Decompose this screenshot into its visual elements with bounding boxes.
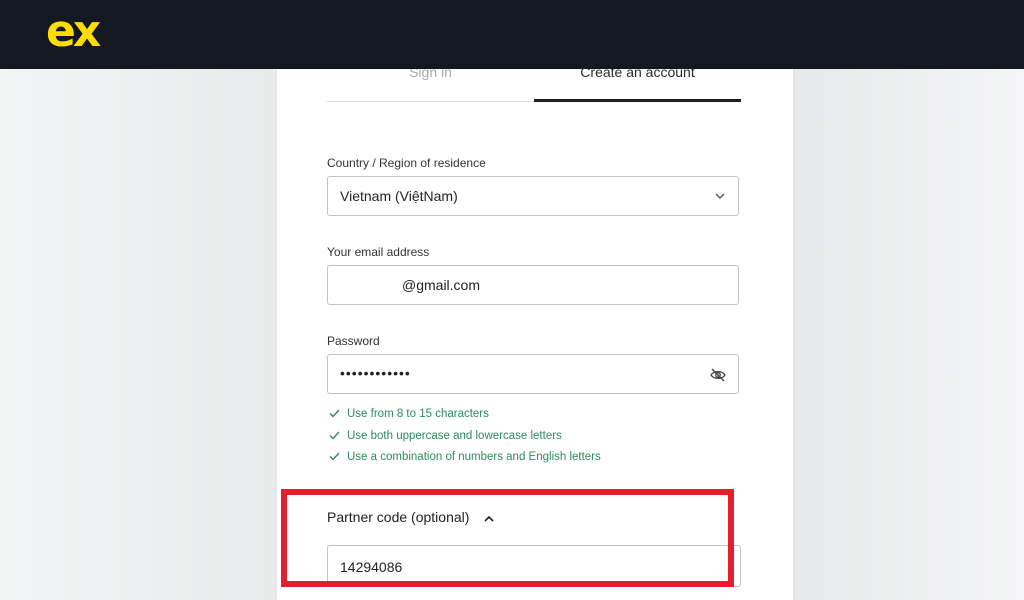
rule-combination: Use a combination of numbers and English…: [329, 447, 601, 469]
eye-off-icon[interactable]: [709, 366, 727, 384]
background-left: [0, 69, 277, 600]
tab-sign-in[interactable]: Sign in: [327, 69, 534, 103]
exness-logo[interactable]: ex: [46, 8, 101, 56]
check-icon: [329, 431, 340, 440]
email-value: @gmail.com: [402, 277, 481, 293]
rule-length: Use from 8 to 15 characters: [329, 404, 601, 426]
email-field[interactable]: @gmail.com: [327, 265, 739, 305]
password-value: ••••••••••••: [340, 365, 411, 381]
auth-tabs: Sign in Create an account: [327, 69, 741, 103]
email-label: Your email address: [327, 245, 430, 259]
background-right: [793, 69, 1024, 600]
tab-create-account[interactable]: Create an account: [534, 69, 741, 103]
password-label: Password: [327, 334, 380, 348]
country-value: Vietnam (ViệtNam): [340, 188, 458, 204]
highlight-box: [281, 489, 734, 587]
top-bar: ex: [0, 0, 1024, 69]
country-label: Country / Region of residence: [327, 156, 486, 170]
rule-case: Use both uppercase and lowercase letters: [329, 426, 601, 448]
check-icon: [329, 409, 340, 418]
country-select[interactable]: Vietnam (ViệtNam): [327, 176, 739, 216]
password-rules: Use from 8 to 15 characters Use both upp…: [329, 404, 601, 469]
check-icon: [329, 452, 340, 461]
password-field[interactable]: ••••••••••••: [327, 354, 739, 394]
chevron-down-icon: [715, 193, 725, 199]
active-tab-indicator: [534, 99, 741, 102]
